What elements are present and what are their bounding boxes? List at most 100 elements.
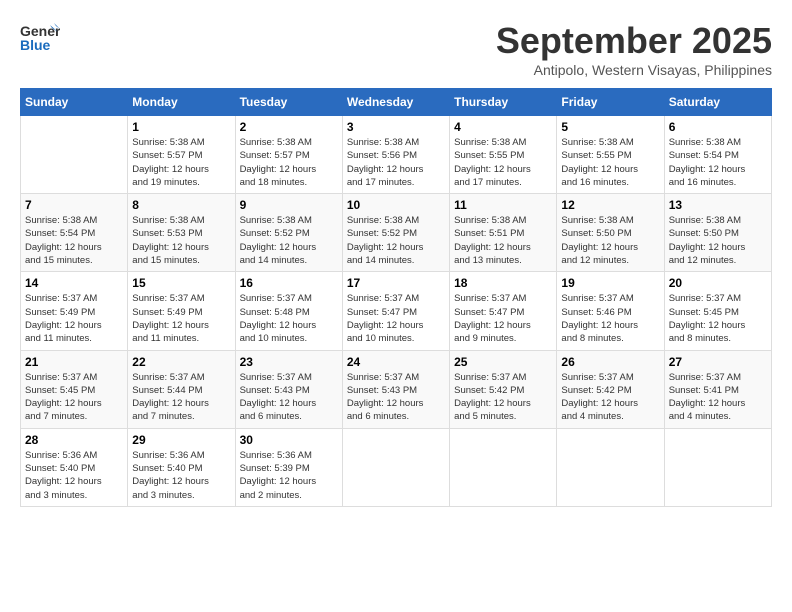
day-info: Sunrise: 5:38 AM Sunset: 5:52 PM Dayligh… <box>347 214 445 267</box>
col-sunday: Sunday <box>21 89 128 116</box>
day-number: 18 <box>454 276 552 290</box>
day-number: 29 <box>132 433 230 447</box>
day-info: Sunrise: 5:37 AM Sunset: 5:43 PM Dayligh… <box>347 371 445 424</box>
calendar-cell: 1 Sunrise: 5:38 AM Sunset: 5:57 PM Daylig… <box>128 116 235 194</box>
day-info: Sunrise: 5:37 AM Sunset: 5:47 PM Dayligh… <box>347 292 445 345</box>
day-number: 14 <box>25 276 123 290</box>
day-info: Sunrise: 5:37 AM Sunset: 5:49 PM Dayligh… <box>132 292 230 345</box>
calendar-cell: 12 Sunrise: 5:38 AM Sunset: 5:50 PM Dayli… <box>557 194 664 272</box>
calendar-cell: 29 Sunrise: 5:36 AM Sunset: 5:40 PM Dayli… <box>128 428 235 506</box>
day-info: Sunrise: 5:38 AM Sunset: 5:55 PM Dayligh… <box>454 136 552 189</box>
calendar-cell: 3 Sunrise: 5:38 AM Sunset: 5:56 PM Daylig… <box>342 116 449 194</box>
col-saturday: Saturday <box>664 89 771 116</box>
page-header: General Blue September 2025 Antipolo, We… <box>20 20 772 78</box>
day-number: 13 <box>669 198 767 212</box>
day-info: Sunrise: 5:38 AM Sunset: 5:57 PM Dayligh… <box>240 136 338 189</box>
calendar-cell: 7 Sunrise: 5:38 AM Sunset: 5:54 PM Daylig… <box>21 194 128 272</box>
day-info: Sunrise: 5:38 AM Sunset: 5:56 PM Dayligh… <box>347 136 445 189</box>
day-info: Sunrise: 5:38 AM Sunset: 5:53 PM Dayligh… <box>132 214 230 267</box>
day-number: 1 <box>132 120 230 134</box>
day-number: 9 <box>240 198 338 212</box>
col-wednesday: Wednesday <box>342 89 449 116</box>
day-info: Sunrise: 5:37 AM Sunset: 5:44 PM Dayligh… <box>132 371 230 424</box>
calendar-cell: 11 Sunrise: 5:38 AM Sunset: 5:51 PM Dayli… <box>450 194 557 272</box>
calendar-cell: 4 Sunrise: 5:38 AM Sunset: 5:55 PM Daylig… <box>450 116 557 194</box>
calendar-cell: 25 Sunrise: 5:37 AM Sunset: 5:42 PM Dayli… <box>450 350 557 428</box>
day-number: 8 <box>132 198 230 212</box>
calendar-cell: 6 Sunrise: 5:38 AM Sunset: 5:54 PM Daylig… <box>664 116 771 194</box>
day-number: 12 <box>561 198 659 212</box>
day-info: Sunrise: 5:37 AM Sunset: 5:42 PM Dayligh… <box>561 371 659 424</box>
day-number: 16 <box>240 276 338 290</box>
calendar-cell: 28Sunrise: 5:36 AM Sunset: 5:40 PM Dayli… <box>21 428 128 506</box>
calendar-cell: 15Sunrise: 5:37 AM Sunset: 5:49 PM Dayli… <box>128 272 235 350</box>
day-number: 4 <box>454 120 552 134</box>
col-tuesday: Tuesday <box>235 89 342 116</box>
day-number: 2 <box>240 120 338 134</box>
day-number: 17 <box>347 276 445 290</box>
day-info: Sunrise: 5:38 AM Sunset: 5:51 PM Dayligh… <box>454 214 552 267</box>
day-number: 11 <box>454 198 552 212</box>
calendar-cell <box>450 428 557 506</box>
calendar-cell: 10 Sunrise: 5:38 AM Sunset: 5:52 PM Dayli… <box>342 194 449 272</box>
day-number: 26 <box>561 355 659 369</box>
day-info: Sunrise: 5:37 AM Sunset: 5:41 PM Dayligh… <box>669 371 767 424</box>
day-number: 28 <box>25 433 123 447</box>
day-number: 23 <box>240 355 338 369</box>
day-info: Sunrise: 5:37 AM Sunset: 5:43 PM Dayligh… <box>240 371 338 424</box>
day-number: 10 <box>347 198 445 212</box>
day-info: Sunrise: 5:36 AM Sunset: 5:39 PM Dayligh… <box>240 449 338 502</box>
day-info: Sunrise: 5:37 AM Sunset: 5:45 PM Dayligh… <box>25 371 123 424</box>
calendar-cell: 27Sunrise: 5:37 AM Sunset: 5:41 PM Dayli… <box>664 350 771 428</box>
calendar-cell: 16Sunrise: 5:37 AM Sunset: 5:48 PM Dayli… <box>235 272 342 350</box>
title-block: September 2025 Antipolo, Western Visayas… <box>496 20 772 78</box>
calendar-cell: 17 Sunrise: 5:37 AM Sunset: 5:47 PM Dayli… <box>342 272 449 350</box>
day-info: Sunrise: 5:38 AM Sunset: 5:50 PM Dayligh… <box>561 214 659 267</box>
day-info: Sunrise: 5:38 AM Sunset: 5:54 PM Dayligh… <box>25 214 123 267</box>
col-friday: Friday <box>557 89 664 116</box>
calendar-table: Sunday Monday Tuesday Wednesday Thursday… <box>20 88 772 507</box>
calendar-cell: 23 Sunrise: 5:37 AM Sunset: 5:43 PM Dayli… <box>235 350 342 428</box>
calendar-body: 1 Sunrise: 5:38 AM Sunset: 5:57 PM Daylig… <box>21 116 772 507</box>
day-info: Sunrise: 5:37 AM Sunset: 5:49 PM Dayligh… <box>25 292 123 345</box>
col-monday: Monday <box>128 89 235 116</box>
calendar-cell: 26 Sunrise: 5:37 AM Sunset: 5:42 PM Dayli… <box>557 350 664 428</box>
calendar-week-5: 28 Sunrise: 5:36 AM Sunset: 5:40 PM Dayli… <box>21 428 772 506</box>
day-number: 7 <box>25 198 123 212</box>
day-info: Sunrise: 5:37 AM Sunset: 5:42 PM Dayligh… <box>454 371 552 424</box>
calendar-cell: 9 Sunrise: 5:38 AM Sunset: 5:52 PM Daylig… <box>235 194 342 272</box>
calendar-cell: 13 Sunrise: 5:38 AM Sunset: 5:50 PM Dayli… <box>664 194 771 272</box>
day-info: Sunrise: 5:37 AM Sunset: 5:45 PM Dayligh… <box>669 292 767 345</box>
day-number: 25 <box>454 355 552 369</box>
calendar-cell: 19Sunrise: 5:37 AM Sunset: 5:46 PM Dayli… <box>557 272 664 350</box>
col-thursday: Thursday <box>450 89 557 116</box>
day-info: Sunrise: 5:38 AM Sunset: 5:54 PM Dayligh… <box>669 136 767 189</box>
day-number: 3 <box>347 120 445 134</box>
calendar-cell <box>342 428 449 506</box>
day-info: Sunrise: 5:38 AM Sunset: 5:55 PM Dayligh… <box>561 136 659 189</box>
day-info: Sunrise: 5:37 AM Sunset: 5:46 PM Dayligh… <box>561 292 659 345</box>
svg-text:Blue: Blue <box>20 37 51 53</box>
calendar-cell: 8 Sunrise: 5:38 AM Sunset: 5:53 PM Daylig… <box>128 194 235 272</box>
calendar-cell <box>557 428 664 506</box>
calendar-cell: 24Sunrise: 5:37 AM Sunset: 5:43 PM Dayli… <box>342 350 449 428</box>
calendar-cell: 2 Sunrise: 5:38 AM Sunset: 5:57 PM Daylig… <box>235 116 342 194</box>
calendar-header-row: Sunday Monday Tuesday Wednesday Thursday… <box>21 89 772 116</box>
calendar-cell: 5Sunrise: 5:38 AM Sunset: 5:55 PM Daylig… <box>557 116 664 194</box>
day-info: Sunrise: 5:38 AM Sunset: 5:52 PM Dayligh… <box>240 214 338 267</box>
calendar-cell: 14 Sunrise: 5:37 AM Sunset: 5:49 PM Dayli… <box>21 272 128 350</box>
day-number: 22 <box>132 355 230 369</box>
location: Antipolo, Western Visayas, Philippines <box>496 62 772 78</box>
calendar-cell: 18Sunrise: 5:37 AM Sunset: 5:47 PM Dayli… <box>450 272 557 350</box>
day-info: Sunrise: 5:38 AM Sunset: 5:57 PM Dayligh… <box>132 136 230 189</box>
logo: General Blue <box>20 20 60 55</box>
day-number: 21 <box>25 355 123 369</box>
calendar-week-2: 7 Sunrise: 5:38 AM Sunset: 5:54 PM Daylig… <box>21 194 772 272</box>
day-info: Sunrise: 5:36 AM Sunset: 5:40 PM Dayligh… <box>132 449 230 502</box>
calendar-cell: 21 Sunrise: 5:37 AM Sunset: 5:45 PM Dayli… <box>21 350 128 428</box>
calendar-cell: 30Sunrise: 5:36 AM Sunset: 5:39 PM Dayli… <box>235 428 342 506</box>
calendar-cell: 22 Sunrise: 5:37 AM Sunset: 5:44 PM Dayli… <box>128 350 235 428</box>
day-info: Sunrise: 5:38 AM Sunset: 5:50 PM Dayligh… <box>669 214 767 267</box>
calendar-cell <box>664 428 771 506</box>
day-number: 6 <box>669 120 767 134</box>
